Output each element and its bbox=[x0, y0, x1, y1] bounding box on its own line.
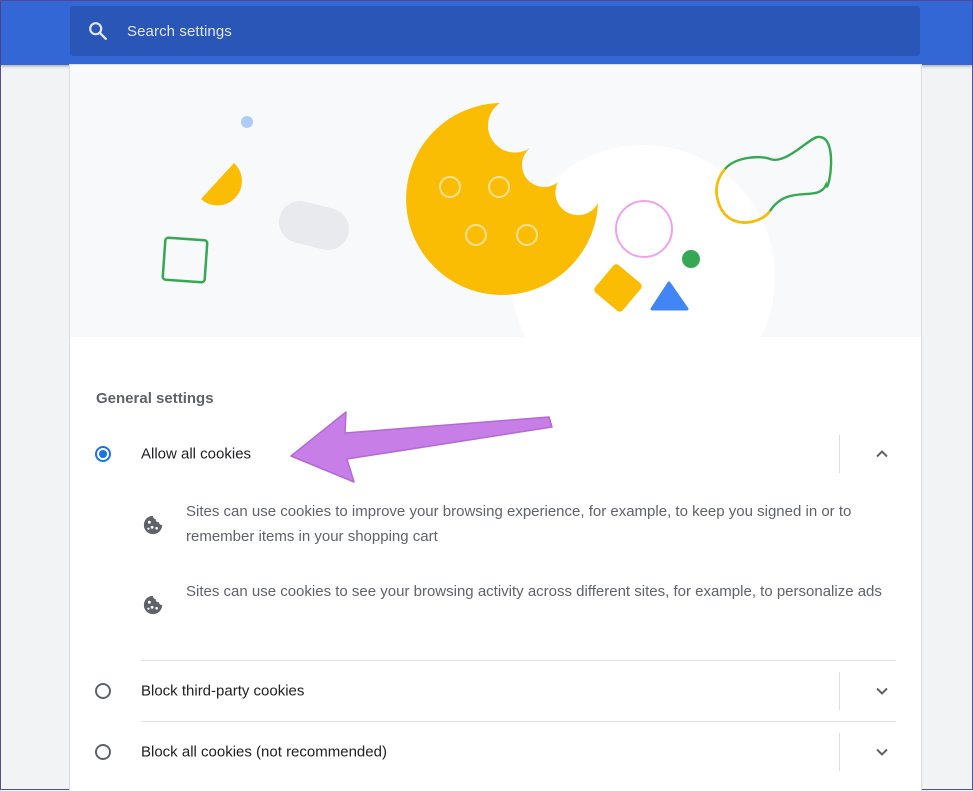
option-block-third-party-cookies[interactable]: Block third-party cookies bbox=[70, 661, 921, 721]
option-label: Block all cookies (not recommended) bbox=[141, 743, 387, 761]
option-block-all-cookies[interactable]: Block all cookies (not recommended) bbox=[70, 722, 921, 782]
radio-block-all-cookies[interactable] bbox=[95, 744, 111, 760]
search-box[interactable]: Search settings bbox=[70, 6, 920, 56]
allow-detail-text: Sites can use cookies to see your browsi… bbox=[186, 583, 882, 600]
chevron-up-icon[interactable] bbox=[872, 444, 892, 464]
option-allow-all-cookies[interactable]: Allow all cookies bbox=[70, 424, 921, 484]
search-icon bbox=[89, 22, 107, 40]
top-bar: Search settings bbox=[1, 1, 972, 65]
cookies-illustration-graphic bbox=[161, 103, 833, 337]
radio-block-third-party-cookies[interactable] bbox=[95, 683, 111, 699]
chevron-down-icon[interactable] bbox=[872, 742, 892, 762]
allow-detail-text: Sites can use cookies to improve your br… bbox=[186, 503, 852, 545]
radio-allow-all-cookies[interactable] bbox=[95, 446, 111, 462]
chevron-down-icon[interactable] bbox=[872, 681, 892, 701]
option-label: Block third-party cookies bbox=[141, 682, 305, 700]
cookie-icon bbox=[143, 595, 163, 615]
general-settings-heading: General settings bbox=[96, 390, 214, 407]
cookies-illustration bbox=[70, 65, 921, 337]
divider bbox=[839, 435, 840, 473]
cookie-icon bbox=[143, 515, 163, 535]
cookie-settings-card: General settings Allow all cookies Sites… bbox=[70, 65, 921, 791]
divider bbox=[839, 672, 840, 710]
divider bbox=[839, 733, 840, 771]
option-label: Allow all cookies bbox=[141, 445, 252, 463]
search-input[interactable]: Search settings bbox=[127, 23, 232, 40]
